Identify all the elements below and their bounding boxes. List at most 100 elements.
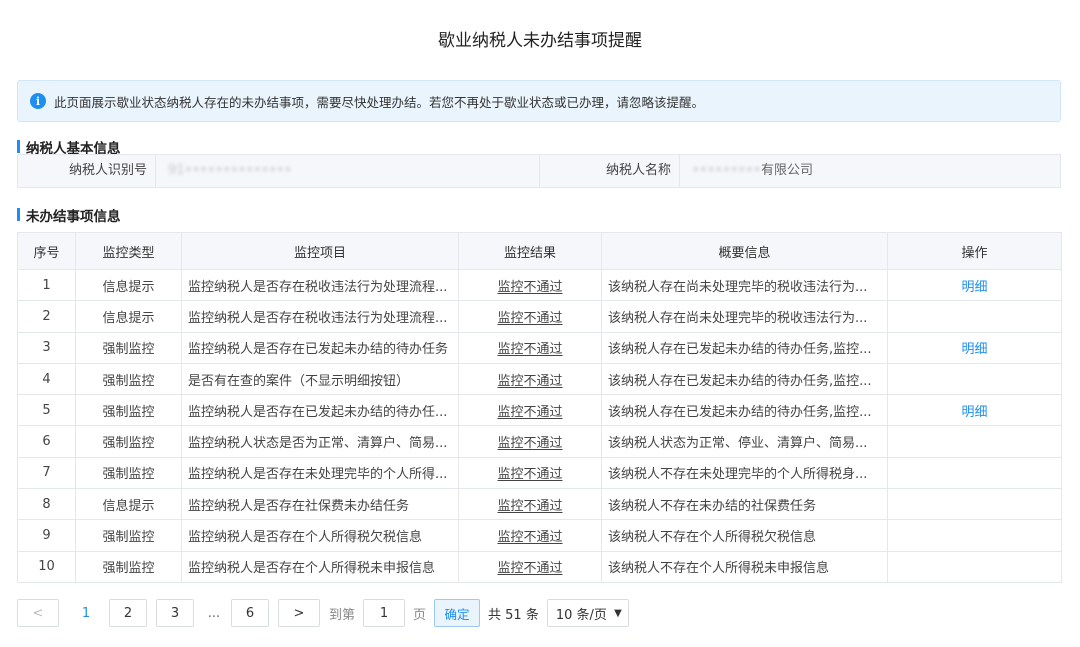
table-row: 8 信息提示 监控纳税人是否存在社保费未办结任务 监控不通过 该纳税人不存在未办结的社保… [17,488,1062,521]
column-header-operation: 操作 [887,232,1062,270]
monitor-type-cell: 信息提示 [75,300,182,333]
basic-info-row: 纳税人识别号 91•••••••••••••• 纳税人名称 •••••••••有… [17,154,1061,188]
operation-cell [887,362,1062,396]
column-header-no: 序号 [17,232,76,270]
column-header-result: 监控结果 [458,232,602,270]
taxpayer-name-value: •••••••••有限公司 [680,155,1060,187]
row-number-cell: 4 [17,362,76,396]
row-number-cell: 6 [17,425,76,458]
summary-info-cell: 该纳税人存在已发起未办结的待办任务,监控... [601,362,888,396]
detail-link[interactable]: 明细 [961,405,987,420]
row-number-cell: 3 [17,331,76,364]
monitor-type-cell: 强制监控 [75,331,182,364]
page-number-2[interactable]: 2 [109,599,147,627]
pagination: < 1 2 3 ... 6 > 到第 页 确定 共 51 条 10 条/页 ▼ [17,599,629,627]
column-header-summary: 概要信息 [601,232,888,270]
operation-cell [887,488,1062,521]
summary-info-cell: 该纳税人存在尚未处理完毕的税收违法行为... [601,268,888,302]
notice-text: 此页面展示歇业状态纳税人存在的未办结事项，需要尽快处理办结。若您不再处于歇业状态… [54,94,705,110]
operation-cell: 明细 [887,331,1062,364]
summary-info-cell: 该纳税人不存在个人所得税未申报信息 [601,550,888,583]
row-number-cell: 1 [17,268,76,302]
operation-cell: 明细 [887,394,1062,427]
summary-info-cell: 该纳税人存在已发起未办结的待办任务,监控... [601,331,888,364]
monitor-item-cell: 监控纳税人是否存在税收违法行为处理流程... [181,268,459,302]
page-number-3[interactable]: 3 [156,599,194,627]
operation-cell: 明细 [887,268,1062,302]
monitor-item-cell: 监控纳税人是否存在已发起未办结的待办任... [181,394,459,427]
chevron-down-icon: ▼ [614,607,622,619]
monitor-result-cell[interactable]: 监控不通过 [458,456,602,490]
operation-cell [887,519,1062,552]
monitor-type-cell: 强制监控 [75,362,182,396]
total-count: 共 51 条 [488,607,539,623]
monitor-result-cell[interactable]: 监控不通过 [458,268,602,302]
taxpayer-name-label: 纳税人名称 [540,155,680,187]
monitor-result-cell[interactable]: 监控不通过 [458,550,602,583]
page-ellipsis[interactable]: ... [203,606,225,621]
page-size-select[interactable]: 10 条/页 ▼ [546,599,629,627]
prev-page-button[interactable]: < [17,599,59,627]
monitor-item-cell: 监控纳税人是否存在已发起未办结的待办任务 [181,331,459,364]
table-row: 2 信息提示 监控纳税人是否存在税收违法行为处理流程... 监控不通过 该纳税人存在尚未… [17,300,1062,333]
table-row: 5 强制监控 监控纳税人是否存在已发起未办结的待办任... 监控不通过 该纳税人存在已发… [17,394,1062,427]
row-number-cell: 7 [17,456,76,490]
summary-info-cell: 该纳税人不存在未处理完毕的个人所得税身... [601,456,888,490]
row-number-cell: 9 [17,519,76,552]
table-row: 7 强制监控 监控纳税人是否存在未处理完毕的个人所得... 监控不通过 该纳税人不存在未… [17,456,1062,490]
monitor-type-cell: 强制监控 [75,519,182,552]
section-title-matters: 未办结事项信息 [17,205,121,225]
jump-prefix: 到第 [329,607,356,623]
monitor-item-cell: 监控纳税人是否存在税收违法行为处理流程... [181,300,459,333]
monitor-type-cell: 强制监控 [75,425,182,458]
operation-cell [887,456,1062,490]
table-row: 3 强制监控 监控纳税人是否存在已发起未办结的待办任务 监控不通过 该纳税人存在已发起未… [17,331,1062,364]
page-title: 歇业纳税人未办结事项提醒 [438,31,642,51]
monitor-type-cell: 强制监控 [75,394,182,427]
operation-cell [887,425,1062,458]
monitor-item-cell: 监控纳税人状态是否为正常、清算户、简易... [181,425,459,458]
jump-suffix: 页 [413,607,427,623]
info-icon: i [30,93,46,109]
monitor-result-cell[interactable]: 监控不通过 [458,519,602,552]
detail-link[interactable]: 明细 [961,342,987,357]
next-page-button[interactable]: > [278,599,320,627]
monitor-item-cell: 监控纳税人是否存在社保费未办结任务 [181,488,459,521]
summary-info-cell: 该纳税人不存在个人所得税欠税信息 [601,519,888,552]
notice-banner: i 此页面展示歇业状态纳税人存在的未办结事项，需要尽快处理办结。若您不再处于歇业… [17,80,1061,122]
column-header-item: 监控项目 [181,232,459,270]
monitor-type-cell: 强制监控 [75,550,182,583]
monitor-result-cell[interactable]: 监控不通过 [458,488,602,521]
table-row: 4 强制监控 是否有在查的案件（不显示明细按钮） 监控不通过 该纳税人存在已发起未办结的… [17,362,1062,396]
table-row: 9 强制监控 监控纳税人是否存在个人所得税欠税信息 监控不通过 该纳税人不存在个人所得税… [17,519,1062,552]
monitor-result-cell[interactable]: 监控不通过 [458,362,602,396]
taxpayer-name-masked: ••••••••• [692,163,762,178]
monitor-item-cell: 是否有在查的案件（不显示明细按钮） [181,362,459,396]
taxpayer-id-value: 91•••••••••••••• [156,155,540,187]
page-number-last[interactable]: 6 [231,599,269,627]
confirm-button[interactable]: 确定 [434,599,481,627]
row-number-cell: 2 [17,300,76,333]
summary-info-cell: 该纳税人状态为正常、停业、清算户、简易... [601,425,888,458]
summary-info-cell: 该纳税人存在尚未处理完毕的税收违法行为... [601,300,888,333]
detail-link[interactable]: 明细 [961,280,987,295]
column-header-type: 监控类型 [75,232,182,270]
monitor-result-cell[interactable]: 监控不通过 [458,394,602,427]
monitor-result-cell[interactable]: 监控不通过 [458,425,602,458]
monitor-result-cell[interactable]: 监控不通过 [458,331,602,364]
monitor-type-cell: 信息提示 [75,488,182,521]
table-row: 10 强制监控 监控纳税人是否存在个人所得税未申报信息 监控不通过 该纳税人不存在个人所… [17,550,1062,583]
monitor-result-cell[interactable]: 监控不通过 [458,300,602,333]
row-number-cell: 5 [17,394,76,427]
page-jump-input[interactable] [363,599,406,627]
taxpayer-id-label: 纳税人识别号 [18,155,156,187]
matters-table: 序号 监控类型 监控项目 监控结果 概要信息 操作 1 信息提示 监控纳税人是否存在… [17,232,1062,583]
page-number-current[interactable]: 1 [72,606,100,621]
row-number-cell: 8 [17,488,76,521]
page-size-value: 10 条/页 [555,607,607,623]
summary-info-cell: 该纳税人不存在未办结的社保费任务 [601,488,888,521]
summary-info-cell: 该纳税人存在已发起未办结的待办任务,监控... [601,394,888,427]
taxpayer-name-suffix: 有限公司 [761,163,814,178]
operation-cell [887,300,1062,333]
table-row: 1 信息提示 监控纳税人是否存在税收违法行为处理流程... 监控不通过 该纳税人存在尚未… [17,268,1062,302]
